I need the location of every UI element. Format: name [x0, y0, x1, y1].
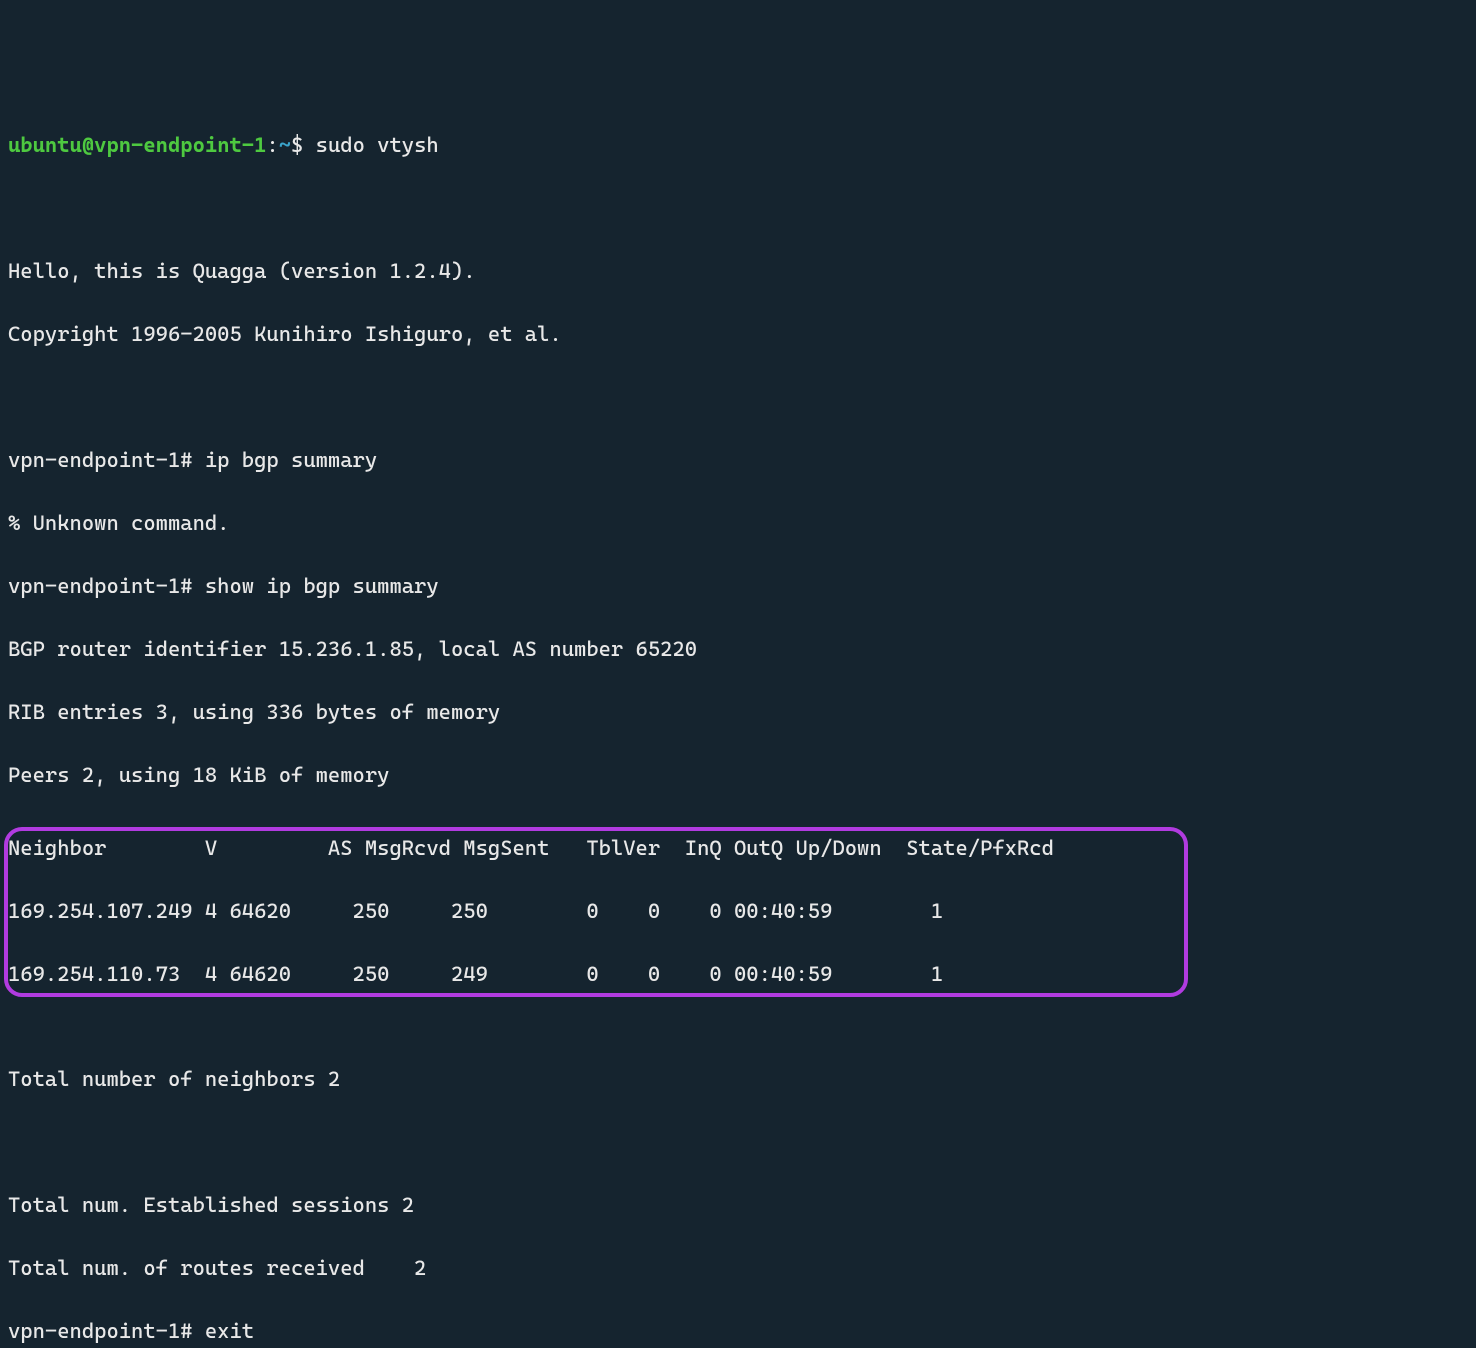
- blank-line: [8, 382, 1468, 414]
- blank-line: [8, 193, 1468, 225]
- prompt-colon: :: [266, 133, 278, 157]
- blank-line: [8, 1001, 1468, 1033]
- total-neighbors-line: Total number of neighbors 2: [8, 1064, 1468, 1096]
- prompt-at: @: [82, 133, 94, 157]
- banner-line-2: Copyright 1996-2005 Kunihiro Ishiguro, e…: [8, 319, 1468, 351]
- prompt-cwd: ~: [279, 133, 291, 157]
- blank-line: [8, 1127, 1468, 1159]
- total-routes-line: Total num. of routes received 2: [8, 1253, 1468, 1285]
- prompt-dollar: $: [291, 133, 303, 157]
- command-text: sudo vtysh: [303, 133, 438, 157]
- table-header: Neighbor V AS MsgRcvd MsgSent TblVer InQ…: [8, 833, 1180, 865]
- error-line: % Unknown command.: [8, 508, 1468, 540]
- rib-entries-line: RIB entries 3, using 336 bytes of memory: [8, 697, 1468, 729]
- total-sessions-line: Total num. Established sessions 2: [8, 1190, 1468, 1222]
- prompt-user: ubuntu: [8, 133, 82, 157]
- peers-line: Peers 2, using 18 KiB of memory: [8, 760, 1468, 792]
- prompt-host: vpn-endpoint-1: [94, 133, 266, 157]
- table-row: 169.254.110.73 4 64620 250 249 0 0 0 00:…: [8, 959, 1180, 991]
- bgp-router-id-line: BGP router identifier 15.236.1.85, local…: [8, 634, 1468, 666]
- neighbor-table-highlight: Neighbor V AS MsgRcvd MsgSent TblVer InQ…: [4, 827, 1188, 997]
- prompt-line-1[interactable]: ubuntu@vpn-endpoint-1:~$ sudo vtysh: [8, 130, 1468, 162]
- vtysh-prompt-1[interactable]: vpn-endpoint-1# ip bgp summary: [8, 445, 1468, 477]
- vtysh-prompt-exit[interactable]: vpn-endpoint-1# exit: [8, 1316, 1468, 1348]
- banner-line-1: Hello, this is Quagga (version 1.2.4).: [8, 256, 1468, 288]
- table-row: 169.254.107.249 4 64620 250 250 0 0 0 00…: [8, 896, 1180, 928]
- vtysh-prompt-2[interactable]: vpn-endpoint-1# show ip bgp summary: [8, 571, 1468, 603]
